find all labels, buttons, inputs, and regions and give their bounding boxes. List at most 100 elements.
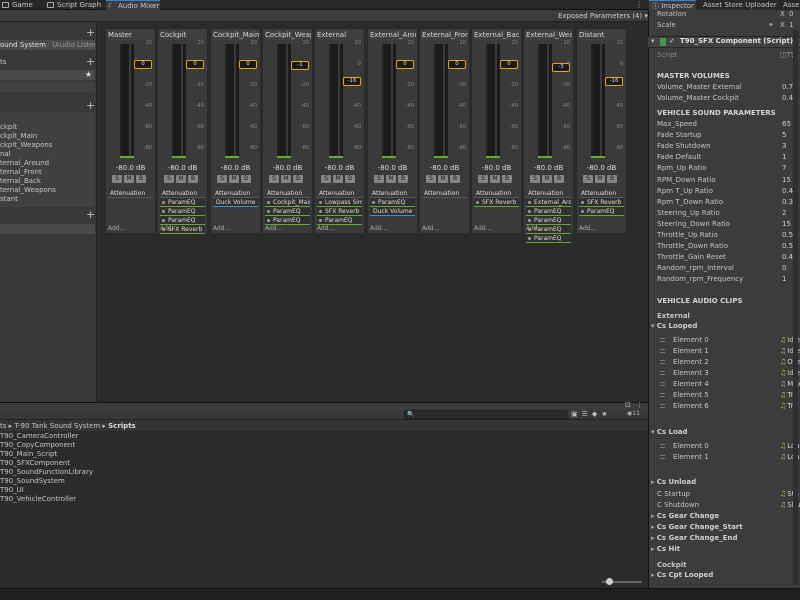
volume-readout[interactable]: -80.0 dB [158, 164, 207, 172]
exposed-parameters-dropdown[interactable]: Exposed Parameters (4) ▾ [558, 11, 648, 21]
field-value[interactable]: 15 [782, 219, 791, 230]
project-search-input[interactable]: 🔍 [404, 410, 568, 419]
add-effect-button[interactable]: Add... [474, 225, 491, 232]
inspector-scrollbar[interactable] [793, 30, 798, 585]
panel-menu-icon[interactable]: ⋮ [636, 401, 643, 409]
snapshot-item[interactable] [0, 70, 95, 80]
bypass-button[interactable]: B [450, 175, 460, 183]
effect-slot[interactable]: Attenuation [108, 189, 153, 198]
bypass-button[interactable]: B [398, 175, 408, 183]
bypass-button[interactable]: B [293, 175, 303, 183]
add-mixer-icon[interactable]: + [86, 27, 95, 38]
volume-handle[interactable]: 0 [500, 60, 518, 69]
solo-button[interactable]: S [478, 175, 488, 183]
add-effect-button[interactable]: Add... [265, 225, 282, 232]
drag-handle-icon[interactable] [660, 393, 665, 397]
breadcrumb-item[interactable]: Scripts [108, 422, 136, 430]
effect-slot[interactable]: ParamEQ [526, 207, 571, 216]
volume-readout[interactable]: -80.0 dB [368, 164, 417, 172]
drag-handle-icon[interactable] [660, 371, 665, 375]
mute-button[interactable]: M [438, 175, 448, 183]
script-item[interactable]: T90_VehicleController [0, 495, 76, 504]
script-item[interactable]: T90_UI [0, 486, 24, 495]
field-value[interactable]: 0.5 [782, 241, 793, 252]
foldout-icon[interactable]: ▾ [651, 37, 655, 45]
effect-slot[interactable]: ParamEQ [265, 207, 310, 216]
solo-button[interactable]: S [217, 175, 227, 183]
solo-button[interactable]: S [426, 175, 436, 183]
bypass-button[interactable]: B [188, 175, 198, 183]
solo-button[interactable]: S [583, 175, 593, 183]
drag-handle-icon[interactable] [660, 444, 665, 448]
mute-button[interactable]: M [333, 175, 343, 183]
volume-handle[interactable]: 0 [448, 60, 466, 69]
breadcrumb-item[interactable]: ts [0, 422, 6, 430]
volume-readout[interactable]: -80.0 dB [524, 164, 573, 172]
field-value[interactable]: 0.5 [782, 230, 793, 241]
mute-button[interactable]: M [490, 175, 500, 183]
hidden-count[interactable]: ◉11 [627, 410, 640, 417]
effect-slot[interactable]: Attenuation [422, 189, 467, 198]
effect-slot[interactable]: SFX Reverb [579, 198, 624, 207]
drag-handle-icon[interactable] [660, 338, 665, 342]
solo-button[interactable]: S [112, 175, 122, 183]
effect-slot[interactable]: ParamEQ [526, 234, 571, 243]
tab-script-graph[interactable]: Script Graph [45, 0, 105, 10]
field-value[interactable]: 5 [782, 130, 786, 141]
drag-handle-icon[interactable] [660, 360, 665, 364]
group-item[interactable]: ternal_Weapons [0, 186, 95, 195]
field-value[interactable]: 1 [782, 274, 786, 285]
group-item[interactable]: ternal_Back [0, 177, 95, 186]
scale-x-field[interactable]: X 1 [780, 20, 794, 31]
cs-load-foldout[interactable]: Cs Load [651, 427, 688, 438]
breadcrumb-item[interactable]: T-90 Tank Sound System [14, 422, 100, 430]
effect-slot[interactable]: ParamEQ [526, 216, 571, 225]
mute-button[interactable]: M [542, 175, 552, 183]
zoom-slider-thumb[interactable] [606, 578, 613, 585]
snapshot-item-2[interactable] [0, 82, 95, 92]
volume-readout[interactable]: -80.0 dB [211, 164, 260, 172]
add-effect-button[interactable]: Add... [160, 225, 177, 232]
effect-slot[interactable]: Attenuation [526, 189, 571, 198]
drag-handle-icon[interactable] [660, 382, 665, 386]
effect-slot[interactable]: Attenuation [265, 189, 310, 198]
volume-handle[interactable]: -1 [291, 61, 309, 70]
cs-cpt-looped-foldout[interactable]: Cs Cpt Looped [651, 570, 714, 581]
field-value[interactable]: 2 [782, 208, 786, 219]
add-group-icon[interactable]: + [86, 100, 95, 111]
solo-button[interactable]: S [164, 175, 174, 183]
drag-handle-icon[interactable] [660, 349, 665, 353]
drag-handle-icon[interactable] [660, 404, 665, 408]
mute-button[interactable]: M [124, 175, 134, 183]
field-value[interactable]: 0 [782, 263, 786, 274]
group-item[interactable]: ckpit_Main [0, 132, 95, 141]
tab-game[interactable]: Game [0, 0, 42, 10]
cs-unload-foldout[interactable]: Cs Unload [651, 477, 696, 488]
volume-handle[interactable]: 0 [396, 60, 414, 69]
field-value[interactable]: 7 [782, 163, 786, 174]
volume-readout[interactable]: -80.0 dB [315, 164, 364, 172]
solo-button[interactable]: S [530, 175, 540, 183]
effect-slot[interactable]: Attenuation [474, 189, 519, 198]
mute-button[interactable]: M [595, 175, 605, 183]
mute-button[interactable]: M [386, 175, 396, 183]
effect-slot[interactable]: SFX Reverb [474, 198, 519, 207]
effect-slot[interactable]: ParamEQ [370, 198, 415, 207]
volume-readout[interactable]: -80.0 dB [577, 164, 626, 172]
group-item[interactable]: ternal_Front [0, 168, 95, 177]
solo-button[interactable]: S [269, 175, 279, 183]
add-snapshot-icon[interactable]: + [86, 56, 95, 67]
tab-audio-mixer[interactable]: ♪ Audio Mixer [106, 0, 160, 10]
mixer-list-item[interactable]: ound System (Audio Listener) [0, 40, 95, 50]
group-item[interactable]: nal [0, 150, 95, 159]
volume-readout[interactable]: -80.0 dB [263, 164, 312, 172]
volume-readout[interactable]: -80.0 dB [472, 164, 521, 172]
drag-handle-icon[interactable] [660, 455, 665, 459]
script-item[interactable]: T90_CameraController [0, 432, 79, 441]
effect-slot[interactable]: ParamEQ [160, 216, 205, 225]
solo-button[interactable]: S [321, 175, 331, 183]
script-item[interactable]: T90_SoundSystem [0, 477, 65, 486]
field-value[interactable]: 15 [782, 175, 791, 186]
volume-readout[interactable]: -80.0 dB [106, 164, 155, 172]
effect-slot[interactable]: ParamEQ [160, 207, 205, 216]
